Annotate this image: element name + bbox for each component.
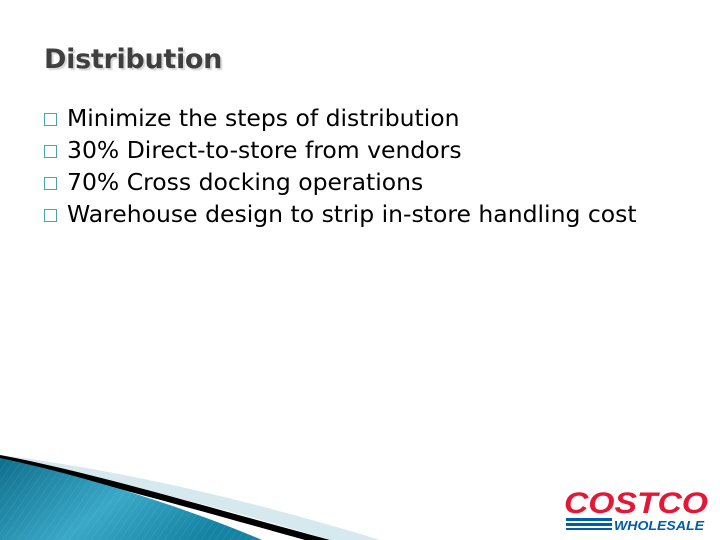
square-outline-icon bbox=[44, 145, 57, 158]
bullet-text: Minimize the steps of distribution bbox=[67, 104, 460, 132]
bullet-item: Minimize the steps of distribution bbox=[44, 102, 704, 134]
bullet-item: Warehouse design to strip in-store handl… bbox=[44, 198, 704, 230]
logo-stripe bbox=[566, 518, 612, 521]
bullet-list: Minimize the steps of distribution 30% D… bbox=[44, 102, 704, 230]
wave-light-band bbox=[0, 455, 380, 540]
logo-stripe bbox=[566, 523, 612, 526]
wave-blue-region bbox=[0, 458, 262, 540]
bullet-item: 30% Direct-to-store from vendors bbox=[44, 134, 704, 166]
bullet-text: Warehouse design to strip in-store handl… bbox=[67, 200, 637, 228]
bullet-text: 30% Direct-to-store from vendors bbox=[67, 136, 462, 164]
logo-brand-text: COSTCO bbox=[564, 487, 708, 520]
bullet-text: 70% Cross docking operations bbox=[67, 168, 424, 196]
square-outline-icon bbox=[44, 209, 57, 222]
logo-subtitle-text: WHOLESALE bbox=[614, 518, 704, 533]
corner-wave-decoration bbox=[0, 455, 380, 540]
costco-logo: COSTCO WHOLESALE bbox=[564, 487, 708, 533]
square-outline-icon bbox=[44, 177, 57, 190]
slide-title: Distribution bbox=[44, 44, 223, 75]
slide: Distribution Minimize the steps of distr… bbox=[0, 0, 720, 540]
logo-stripe bbox=[566, 528, 612, 530]
bullet-item: 70% Cross docking operations bbox=[44, 166, 704, 198]
square-outline-icon bbox=[44, 113, 57, 126]
wave-black-band bbox=[0, 455, 330, 540]
